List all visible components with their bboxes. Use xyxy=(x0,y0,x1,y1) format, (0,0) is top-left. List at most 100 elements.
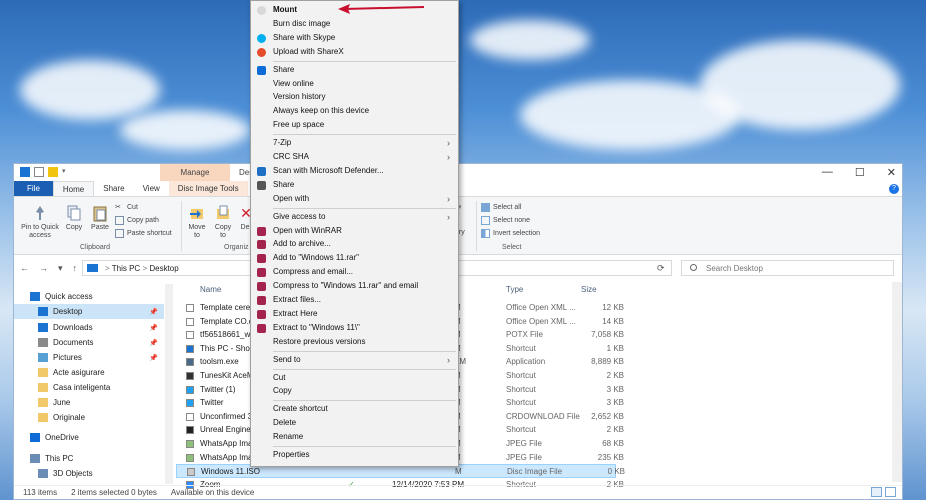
share-icon xyxy=(257,180,266,190)
nav-item-downloads[interactable]: Downloads 📌 xyxy=(14,320,164,335)
copy-button[interactable]: Copy xyxy=(64,204,84,232)
cut-button[interactable]: ✂ Cut xyxy=(115,203,138,212)
nav-item-acte-asigurare[interactable]: Acte asigurare xyxy=(14,365,164,380)
menu-item-extract-files[interactable]: Extract files... xyxy=(251,293,458,307)
menu-item-compress-and-email[interactable]: Compress and email... xyxy=(251,265,458,279)
manage-tab[interactable]: Manage xyxy=(160,164,230,181)
pin-to-quick-access-button[interactable]: Pin to Quick access xyxy=(18,204,62,240)
select-all-icon xyxy=(481,203,490,212)
file-list-scrollbar[interactable] xyxy=(892,282,902,482)
menu-item-give-access-to[interactable]: Give access to › xyxy=(251,210,458,224)
sharex-icon xyxy=(257,47,266,57)
menu-item-create-shortcut[interactable]: Create shortcut xyxy=(251,402,458,416)
chevron-down-icon[interactable]: ▾ xyxy=(62,167,72,177)
tab-disc-image-tools[interactable]: Disc Image Tools xyxy=(168,181,248,196)
file-icon xyxy=(186,453,194,462)
pin-icon[interactable]: 📌 xyxy=(149,354,158,362)
menu-item-share-with-skype[interactable]: Share with Skype xyxy=(251,31,458,45)
file-size: 8,889 KB xyxy=(591,357,624,367)
copy-path-button[interactable]: Copy path xyxy=(115,216,159,225)
tab-view[interactable]: View xyxy=(134,181,169,196)
menu-item-add-to-archive[interactable]: Add to archive... xyxy=(251,237,458,251)
pin-icon[interactable]: 📌 xyxy=(149,308,158,316)
forward-icon[interactable]: → xyxy=(39,263,48,274)
menu-item-properties[interactable]: Properties xyxy=(251,448,458,462)
select-none-button[interactable]: Select none xyxy=(481,216,530,225)
copy-icon xyxy=(66,204,82,222)
move-to-button[interactable]: Move to xyxy=(186,204,208,240)
menu-item-open-with[interactable]: Open with › xyxy=(251,192,458,206)
menu-item-share[interactable]: Share xyxy=(251,178,458,192)
menu-item-scan-with-microsoft-defender[interactable]: Scan with Microsoft Defender... xyxy=(251,164,458,178)
details-view-icon[interactable] xyxy=(871,487,882,497)
recent-locations-icon[interactable]: ▾ xyxy=(58,263,63,274)
pin-icon[interactable]: 📌 xyxy=(149,339,158,347)
navigation-scrollbar[interactable] xyxy=(165,284,173,484)
breadcrumb-desktop[interactable]: Desktop xyxy=(149,264,178,273)
red-arrow-annotation xyxy=(338,4,425,14)
new-folder-icon[interactable] xyxy=(48,167,58,177)
menu-item-crc-sha[interactable]: CRC SHA › xyxy=(251,150,458,164)
nav-item-june[interactable]: June xyxy=(14,395,164,410)
column-header-name[interactable]: Name xyxy=(200,282,221,298)
help-button[interactable]: ? xyxy=(889,184,899,194)
file-type: Disc Image File xyxy=(507,467,563,477)
refresh-icon[interactable]: ⟳ xyxy=(657,263,665,274)
paste-button[interactable]: Paste xyxy=(88,204,112,232)
paste-shortcut-button[interactable]: Paste shortcut xyxy=(115,229,172,238)
menu-item-extract-to-windows-11[interactable]: Extract to "Windows 11\" xyxy=(251,321,458,335)
file-size: 68 KB xyxy=(602,439,624,448)
properties-icon[interactable] xyxy=(34,167,44,177)
maximize-button[interactable]: ☐ xyxy=(855,166,865,179)
up-icon[interactable]: ↑ xyxy=(73,263,78,274)
file-size: 12 KB xyxy=(602,303,624,312)
menu-item-always-keep-on-this-device[interactable]: Always keep on this device xyxy=(251,104,458,118)
nav-item-quick-access[interactable]: Quick access xyxy=(14,289,164,304)
column-header-size[interactable]: Size xyxy=(581,282,597,298)
breadcrumb-this-pc[interactable]: This PC xyxy=(112,264,140,273)
back-icon[interactable]: ← xyxy=(20,263,29,274)
tab-home[interactable]: Home xyxy=(52,181,95,196)
menu-item-upload-with-sharex[interactable]: Upload with ShareX xyxy=(251,45,458,59)
menu-item-cut[interactable]: Cut xyxy=(251,371,458,385)
menu-item-send-to[interactable]: Send to › xyxy=(251,353,458,367)
menu-item-free-up-space[interactable]: Free up space xyxy=(251,118,458,132)
nav-item-casa-inteligenta[interactable]: Casa inteligenta xyxy=(14,380,164,395)
menu-item-extract-here[interactable]: Extract Here xyxy=(251,307,458,321)
invert-selection-button[interactable]: Invert selection xyxy=(481,229,540,238)
nav-item-onedrive[interactable]: OneDrive xyxy=(14,430,164,445)
menu-item-delete[interactable]: Delete xyxy=(251,416,458,430)
menu-item-view-online[interactable]: View online xyxy=(251,77,458,91)
chevron-right-icon: › xyxy=(447,211,450,222)
nav-item-desktop[interactable]: Desktop 📌 xyxy=(14,304,164,319)
menu-item-burn-disc-image[interactable]: Burn disc image xyxy=(251,17,458,31)
menu-item-add-to-windows-11-rar[interactable]: Add to "Windows 11.rar" xyxy=(251,251,458,265)
menu-item-rename[interactable]: Rename xyxy=(251,430,458,444)
menu-item-open-with-winrar[interactable]: Open with WinRAR xyxy=(251,224,458,238)
menu-item-7-zip[interactable]: 7-Zip › xyxy=(251,136,458,150)
column-header-type[interactable]: Type xyxy=(506,282,523,298)
minimize-button[interactable]: — xyxy=(822,166,833,179)
menu-item-copy[interactable]: Copy xyxy=(251,384,458,398)
menu-item-restore-previous-versions[interactable]: Restore previous versions xyxy=(251,335,458,349)
nav-item-documents[interactable]: Documents 📌 xyxy=(14,335,164,350)
pin-icon[interactable]: 📌 xyxy=(149,324,158,332)
disc-icon xyxy=(257,6,266,15)
file-type: JPEG File xyxy=(506,439,543,448)
tab-share[interactable]: Share xyxy=(94,181,133,196)
tab-file[interactable]: File xyxy=(14,181,53,196)
nav-item-this-pc[interactable]: This PC xyxy=(14,451,164,466)
nav-item-3d-objects[interactable]: 3D Objects xyxy=(14,466,164,481)
select-all-button[interactable]: Select all xyxy=(481,203,521,212)
file-icon xyxy=(186,344,194,353)
copy-to-button[interactable]: Copy to xyxy=(212,204,234,240)
nav-item-pictures[interactable]: Pictures 📌 xyxy=(14,350,164,365)
search-input[interactable]: Search Desktop xyxy=(681,260,894,276)
close-button[interactable]: ✕ xyxy=(887,166,896,179)
large-icons-view-icon[interactable] xyxy=(885,487,896,497)
nav-item-originale[interactable]: Originale xyxy=(14,410,164,425)
menu-item-version-history[interactable]: Version history xyxy=(251,90,458,104)
menu-item-compress-to-windows-11-rar-and-email[interactable]: Compress to "Windows 11.rar" and email xyxy=(251,279,458,293)
file-type: CRDOWNLOAD File xyxy=(506,411,580,421)
menu-item-share[interactable]: Share xyxy=(251,63,458,77)
